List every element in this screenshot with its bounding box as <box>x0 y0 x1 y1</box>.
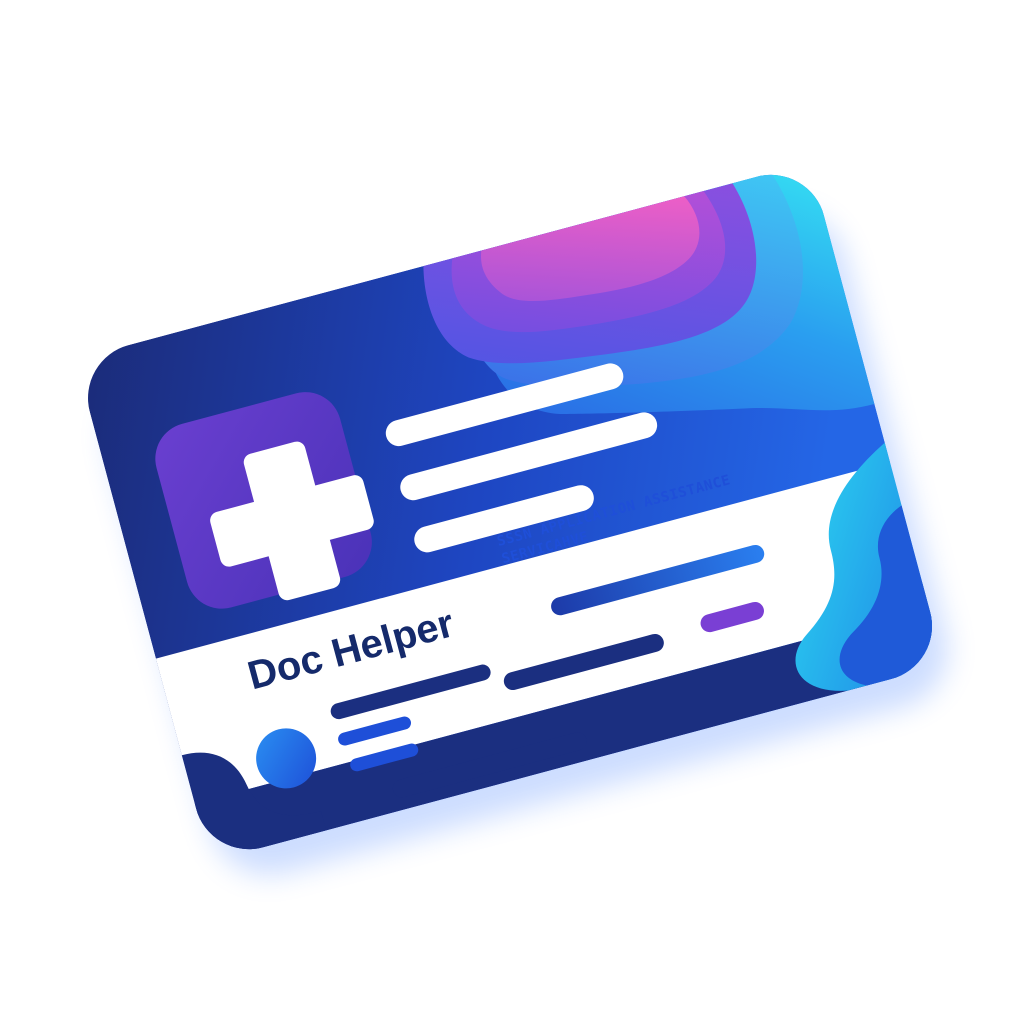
id-card-illustration: Doc Helper SSSN APPLICATION ASSISTANCE S… <box>75 162 948 875</box>
id-card: Doc Helper SSSN APPLICATION ASSISTANCE S… <box>75 162 945 862</box>
illustration-stage: Doc Helper SSSN APPLICATION ASSISTANCE S… <box>0 0 1024 1024</box>
